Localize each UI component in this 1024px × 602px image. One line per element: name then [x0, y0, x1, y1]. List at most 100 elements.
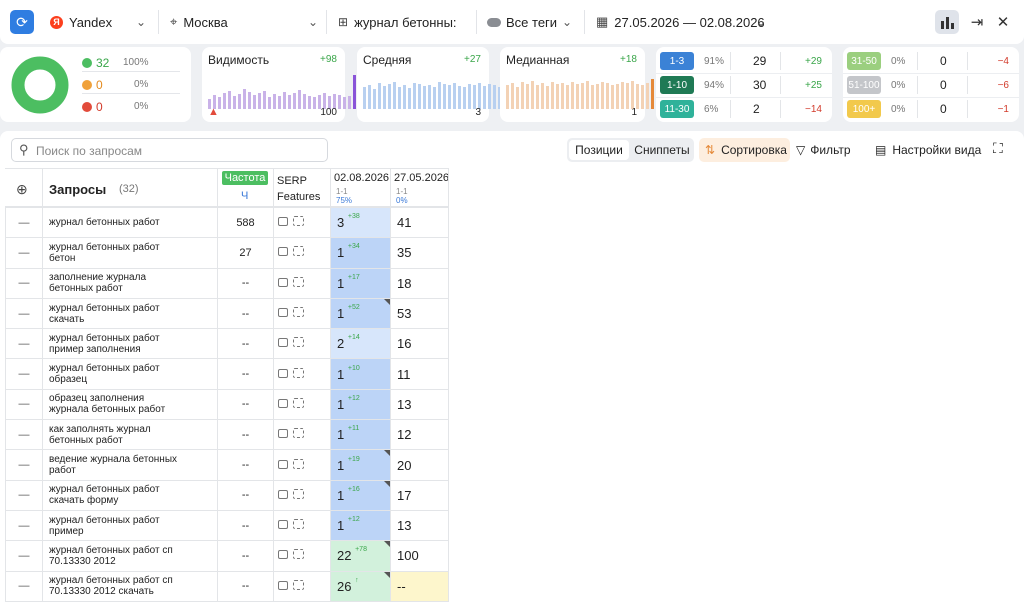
row-toggle[interactable]: — [5, 449, 43, 481]
position-cell-date1[interactable]: 1 +17 [330, 267, 391, 299]
fullscreen-button[interactable]: ⛶ [993, 140, 1013, 160]
position-cell-date1[interactable]: 1 +16 [330, 479, 391, 511]
range-row[interactable]: 11-30 6% 2 −14 [656, 97, 832, 121]
frequency-badge[interactable]: Частота [222, 171, 268, 185]
position-cell-date2[interactable]: 16 [390, 328, 449, 360]
position-cell-date2[interactable]: 20 [390, 449, 449, 481]
query-cell[interactable]: журнал бетонных работ скачать [42, 297, 218, 330]
range-row[interactable]: 31-50 0% 0 −4 [843, 49, 1019, 74]
row-toggle[interactable]: — [5, 570, 43, 602]
position-cell-date1[interactable]: 1 +19 [330, 449, 391, 481]
query-cell[interactable]: журнал бетонных работ бетон [42, 237, 218, 269]
query-cell[interactable]: образец заполнения журнала бетонных работ [42, 388, 218, 421]
query-cell[interactable]: ведение журнала бетонных работ [42, 449, 218, 481]
row-toggle[interactable]: — [5, 206, 43, 239]
row-toggle[interactable]: — [5, 297, 43, 330]
row-toggle[interactable]: — [5, 237, 43, 269]
table-row[interactable]: — журнал бетонных работ пример -- 1 +12 13 [5, 509, 449, 542]
range-row[interactable]: 100+ 0% 0 −1 [843, 97, 1019, 121]
table-row[interactable]: — как заполнять журнал бетонных работ -- 1 +… [5, 419, 449, 451]
table-row[interactable]: — журнал бетонных работ бетон 27 1 +34 35 [5, 237, 449, 269]
query-cell[interactable]: журнал бетонных работ образец [42, 358, 218, 390]
position-cell-date2[interactable]: 13 [390, 388, 449, 421]
refresh-button[interactable]: ⟳ [10, 10, 34, 34]
range-row[interactable]: 1-10 94% 30 +25 [656, 73, 832, 98]
position-cell-date2[interactable]: 11 [390, 358, 449, 390]
position-cell-date2[interactable]: 12 [390, 419, 449, 451]
chevron-down-icon[interactable]: ⌄ [136, 15, 146, 29]
position-cell-date2[interactable]: 41 [390, 206, 449, 239]
tab-snippets[interactable]: Сниппеты [631, 140, 693, 160]
position-cell-date2[interactable]: 53 [390, 297, 449, 330]
position-cell-date1[interactable]: 2 +14 [330, 328, 391, 360]
row-toggle[interactable]: — [5, 509, 43, 542]
crosshair-icon[interactable]: ⊕ [16, 181, 28, 198]
chevron-down-icon[interactable]: ⌄ [308, 15, 318, 29]
position-cell-date2[interactable]: 35 [390, 237, 449, 269]
query-cell[interactable]: как заполнять журнал бетонных работ [42, 419, 218, 451]
row-toggle[interactable]: — [5, 358, 43, 390]
row-toggle[interactable]: — [5, 388, 43, 421]
position-cell-date1[interactable]: 26 ↑ [330, 570, 391, 602]
table-row[interactable]: — журнал бетонных работ образец -- 1 +10 11 [5, 358, 449, 390]
tools-button[interactable]: ✕ [991, 10, 1015, 34]
position-cell-date1[interactable]: 1 +10 [330, 358, 391, 390]
position-cell-date1[interactable]: 22 +78 [330, 540, 391, 572]
position-cell-date2[interactable]: 17 [390, 479, 449, 511]
table-row[interactable]: — образец заполнения журнала бетонных рабо… [5, 388, 449, 421]
position-cell-date2[interactable]: 18 [390, 267, 449, 299]
query-cell[interactable]: журнал бетонных работ сп 70.13330 2012 ск… [42, 570, 218, 602]
query-cell[interactable]: журнал бетонных работ скачать форму [42, 479, 218, 511]
row-toggle[interactable]: — [5, 328, 43, 360]
filter-button[interactable]: ▽ Фильтр [796, 138, 866, 162]
position-cell-date1[interactable]: 1 +34 [330, 237, 391, 269]
search-input[interactable]: ⚲ Поиск по запросам [11, 138, 328, 162]
chart-view-button[interactable] [935, 10, 959, 34]
table-row[interactable]: — журнал бетонных работ пример заполнения -… [5, 328, 449, 360]
tags-select[interactable]: Все теги [487, 0, 557, 44]
position-cell-date1[interactable]: 1 +52 [330, 297, 391, 330]
range-row[interactable]: 1-3 91% 29 +29 [656, 49, 832, 74]
query-cell[interactable]: журнал бетонных работ пример заполнения [42, 328, 218, 360]
table-row[interactable]: — журнал бетонных работ сп 70.13330 2012 с… [5, 570, 449, 602]
tab-positions[interactable]: Позиции [569, 140, 629, 160]
table-row[interactable]: — журнал бетонных работ сп 70.13330 2012 --… [5, 540, 449, 572]
sparkline-bar [243, 89, 246, 109]
query-cell[interactable]: журнал бетонных работ сп 70.13330 2012 [42, 540, 218, 572]
row-toggle[interactable]: — [5, 479, 43, 511]
date-range-select[interactable]: ▦ 27.05.2026 — 02.08.2026 [596, 0, 765, 44]
position-cell-date1[interactable]: 3 +38 [330, 206, 391, 239]
search-engine-value: Yandex [69, 14, 113, 30]
table-row[interactable]: — заполнение журнала бетонных работ -- 1 +17… [5, 267, 449, 299]
query-cell[interactable]: журнал бетонных работ [42, 206, 218, 239]
position-cell-date1[interactable]: 1 +12 [330, 509, 391, 542]
view-settings-button[interactable]: ▤ Настройки вида [875, 138, 987, 162]
search-engine-select[interactable]: Я Yandex [50, 0, 112, 44]
position-cell-date2[interactable]: 13 [390, 509, 449, 542]
position-cell-date2[interactable]: 100 [390, 540, 449, 572]
region-select[interactable]: ⌖ Москва [170, 0, 228, 44]
export-button[interactable]: ⇥ [965, 10, 989, 34]
query-text-line2: пример заполнения [49, 343, 141, 355]
row-toggle[interactable]: — [5, 267, 43, 299]
project-select[interactable]: ⊞ журнал бетонны: [338, 0, 457, 44]
query-cell[interactable]: заполнение журнала бетонных работ [42, 267, 218, 299]
sort-button[interactable]: ⇅ Сортировка [699, 138, 790, 162]
query-cell[interactable]: журнал бетонных работ пример [42, 509, 218, 542]
table-row[interactable]: — журнал бетонных работ 588 3 +38 41 [5, 206, 449, 239]
position-cell-date2[interactable]: -- [390, 570, 449, 602]
table-row[interactable]: — журнал бетонных работ скачать -- 1 +52 53 [5, 297, 449, 330]
chevron-down-icon[interactable]: ⌄ [562, 15, 572, 29]
queries-header[interactable]: Запросы [49, 182, 106, 197]
date2-header[interactable]: 27.05.2026 [394, 172, 449, 184]
table-row[interactable]: — журнал бетонных работ скачать форму -- 1 +… [5, 479, 449, 511]
range-row[interactable]: 51-100 0% 0 −6 [843, 73, 1019, 98]
position-cell-date1[interactable]: 1 +11 [330, 419, 391, 451]
position-cell-date1[interactable]: 1 +12 [330, 388, 391, 421]
frequency-type[interactable]: Ч [241, 190, 248, 202]
row-toggle[interactable]: — [5, 540, 43, 572]
date1-header[interactable]: 02.08.2026 [334, 172, 389, 184]
chevron-down-icon[interactable]: ⌄ [756, 15, 766, 29]
row-toggle[interactable]: — [5, 419, 43, 451]
table-row[interactable]: — ведение журнала бетонных работ -- 1 +19 20 [5, 449, 449, 481]
